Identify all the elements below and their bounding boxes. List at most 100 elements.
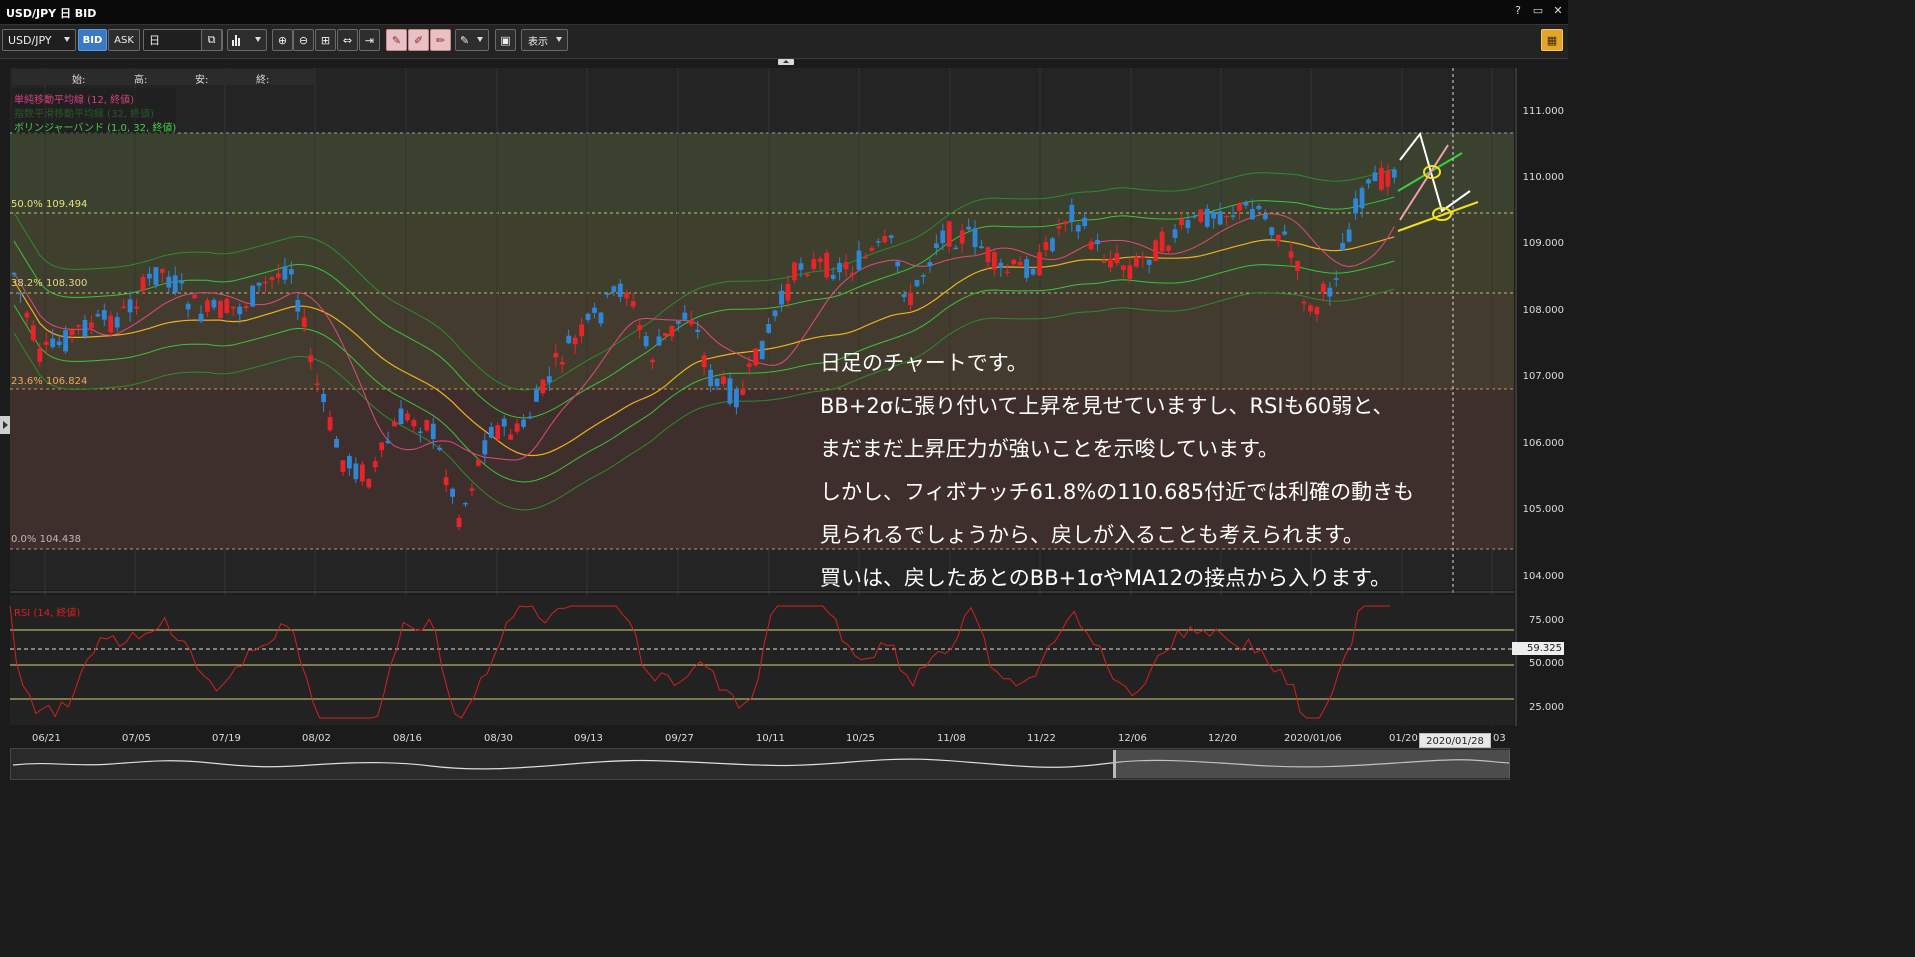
- candle-body: [966, 226, 971, 230]
- candle-body: [772, 310, 778, 317]
- zoom-out-button[interactable]: ⊖: [293, 29, 314, 51]
- candle-body: [1224, 215, 1229, 218]
- rsi-tick: 50.000: [1529, 658, 1564, 669]
- sma-legend[interactable]: 単純移動平均線 (12, 終値): [14, 91, 134, 106]
- scroll-latest-button[interactable]: ⇥: [359, 29, 380, 51]
- candle-body: [933, 243, 939, 249]
- symbol-select[interactable]: USD/JPY: [2, 29, 76, 51]
- candle-body: [147, 273, 152, 279]
- candle-body: [288, 269, 294, 275]
- candle-body: [663, 333, 668, 337]
- edit-drawing-button[interactable]: ✐: [408, 29, 429, 51]
- candle-body: [1204, 208, 1210, 227]
- candle-body: [424, 420, 430, 431]
- candle-body: [605, 293, 610, 295]
- candle-body: [992, 252, 997, 270]
- copy-icon: ⧉: [207, 33, 216, 46]
- candle-body: [508, 434, 514, 440]
- candle-body: [592, 307, 597, 313]
- ask-toggle[interactable]: ASK: [108, 29, 140, 51]
- candle-body: [566, 335, 572, 344]
- navigator-selection[interactable]: [1113, 750, 1510, 778]
- candle-body: [908, 292, 913, 306]
- time-tick: 10/25: [846, 733, 875, 744]
- time-tick: 07/19: [212, 733, 241, 744]
- period-value: 日: [149, 34, 160, 47]
- fib-percent: 50.0%: [11, 199, 43, 210]
- candle-body: [734, 388, 739, 408]
- candle-body: [308, 355, 314, 363]
- candle-body: [127, 299, 133, 313]
- bid-toggle[interactable]: BID: [78, 29, 107, 51]
- panel-collapse-handle[interactable]: [778, 59, 794, 65]
- candle-body: [1230, 215, 1236, 217]
- candle-body: [1095, 240, 1100, 245]
- commentary-line: しかし、フィボナッチ61.8%の110.685付近では利確の動きも: [820, 480, 1415, 504]
- candle-body: [366, 478, 372, 488]
- camera-icon: ▣: [500, 33, 511, 47]
- range-navigator[interactable]: [10, 748, 1510, 780]
- candle-body: [598, 312, 604, 324]
- candle-body: [979, 246, 984, 249]
- candle-body: [830, 274, 836, 279]
- candle-body: [901, 294, 907, 298]
- candle-body: [282, 266, 288, 280]
- candle-body: [334, 439, 339, 448]
- candle-body: [850, 272, 855, 276]
- time-tick: 08/30: [484, 733, 513, 744]
- candle-body: [185, 303, 191, 310]
- candle-body: [1166, 245, 1171, 251]
- line-style-select[interactable]: ✎: [455, 29, 489, 51]
- candle-body: [450, 488, 455, 497]
- price-tick: 109.000: [1522, 238, 1564, 249]
- close-button[interactable]: ✕: [1552, 4, 1564, 17]
- candle-body: [1159, 231, 1165, 252]
- candle-body: [617, 283, 623, 297]
- candle-body: [192, 294, 197, 299]
- candle-body: [572, 337, 578, 345]
- side-panel-toggle[interactable]: [0, 416, 10, 434]
- candle-body: [1133, 256, 1139, 267]
- candle-body: [1140, 256, 1146, 259]
- time-tick: 12/06: [1118, 733, 1147, 744]
- expand-button[interactable]: ⇔: [337, 29, 358, 51]
- candle-body: [1262, 214, 1268, 220]
- maximize-button[interactable]: ▭: [1532, 4, 1544, 17]
- zoom-in-button[interactable]: ⊕: [272, 29, 293, 51]
- add-drawing-button[interactable]: ✎: [386, 29, 407, 51]
- zoom-in-icon: ⊕: [277, 33, 288, 47]
- candle-body: [1333, 278, 1339, 280]
- chart-type-select[interactable]: [227, 29, 267, 51]
- arrow-right-icon: ⇥: [364, 33, 375, 47]
- delete-drawing-button[interactable]: ✏: [430, 29, 451, 51]
- screenshot-button[interactable]: ▣: [495, 29, 516, 51]
- candle-body: [153, 267, 159, 285]
- candle-body: [721, 376, 726, 384]
- help-button[interactable]: ?: [1512, 4, 1524, 17]
- ohlc-high-label: 高:: [134, 75, 148, 86]
- fib-price: 106.824: [45, 376, 88, 387]
- display-menu[interactable]: 表示: [521, 29, 568, 51]
- candle-body: [688, 320, 694, 325]
- candle-body: [759, 340, 765, 360]
- candle-body: [463, 502, 468, 505]
- layout-button[interactable]: ▦: [1541, 29, 1563, 51]
- candle-body: [1346, 229, 1352, 242]
- time-tick: 09/13: [574, 733, 603, 744]
- time-tick: 08/02: [302, 733, 331, 744]
- candle-body: [675, 321, 681, 324]
- candle-body: [817, 258, 823, 263]
- candle-body: [411, 420, 417, 427]
- fit-icon: ⊞: [320, 33, 331, 47]
- chart-area[interactable]: 始: 高: 安: 終: 単純移動平均線 (12, 終値) 指数平滑移動平均線 (…: [0, 58, 1568, 783]
- chart-settings-button[interactable]: ⧉: [201, 29, 222, 51]
- candle-body: [559, 361, 565, 365]
- candle-body: [314, 383, 320, 385]
- fit-width-button[interactable]: ⊞: [315, 29, 336, 51]
- bollinger-legend[interactable]: ボリンジャーバンド (1.0, 32, 終値): [14, 119, 176, 134]
- candle-body: [856, 250, 862, 270]
- candle-body: [230, 306, 236, 309]
- ema-legend[interactable]: 指数平滑移動平均線 (32, 終値): [14, 105, 154, 120]
- pen-icon: ✎: [460, 33, 470, 47]
- commentary-line: 日足のチャートです。: [820, 351, 1028, 375]
